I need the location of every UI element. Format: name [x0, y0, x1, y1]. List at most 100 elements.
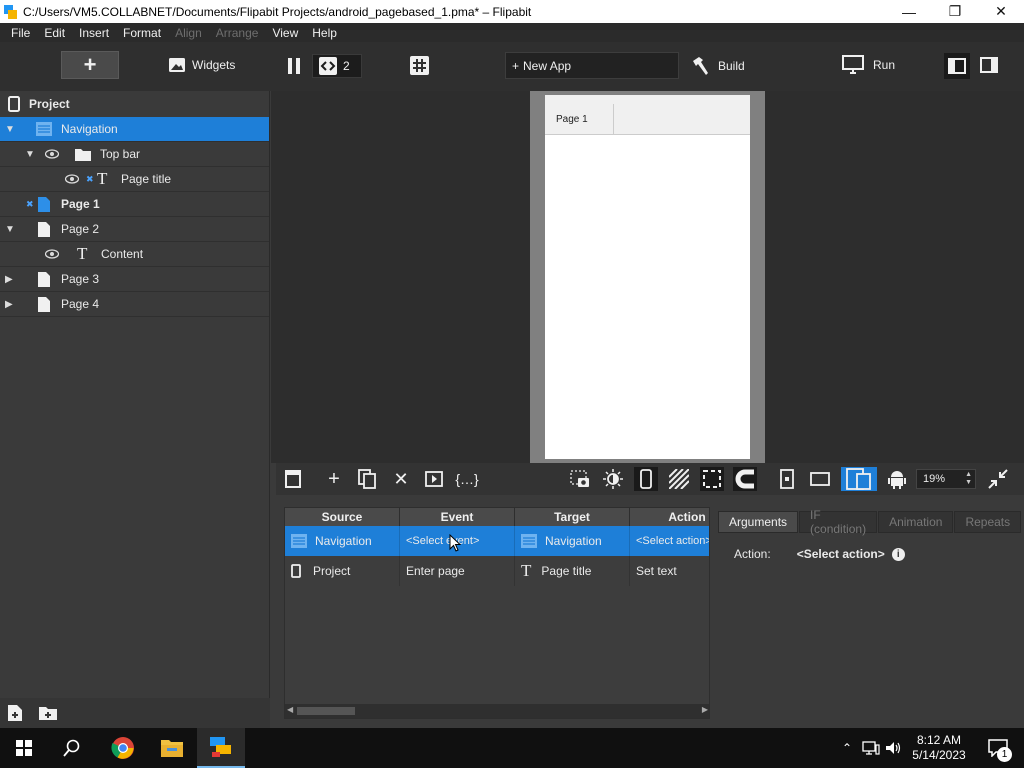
scrollbar-thumb[interactable] — [297, 707, 355, 715]
menu-view[interactable]: View — [265, 26, 305, 40]
android-button[interactable] — [885, 467, 909, 491]
new-app-button[interactable]: + New App — [505, 52, 679, 79]
delete-button[interactable]: ✕ — [389, 467, 413, 491]
chrome-taskbar-button[interactable] — [99, 728, 147, 768]
zoom-spinner[interactable]: 19% ▲ ▼ — [916, 469, 976, 489]
expand-right-icon[interactable]: ▶ — [5, 299, 15, 310]
action-value[interactable]: <Select action> — [797, 547, 885, 561]
pause-icon — [288, 58, 300, 74]
code-selection-button[interactable]: 2 — [312, 54, 362, 78]
plus-icon: + — [83, 52, 97, 77]
eye-icon[interactable] — [65, 174, 79, 184]
canvas-top-bar[interactable]: Page 1 — [545, 95, 750, 135]
tree-item-top-bar[interactable]: ▼ Top bar — [0, 142, 269, 167]
expand-down-icon[interactable]: ▼ — [5, 224, 15, 235]
expand-down-icon[interactable]: ▼ — [25, 149, 35, 160]
target-cell[interactable]: Navigation — [515, 526, 630, 556]
page-frame-button[interactable] — [281, 467, 305, 491]
tree-item-label: Page 1 — [61, 197, 100, 211]
action-cell[interactable]: Set text — [630, 556, 709, 586]
menu-edit[interactable]: Edit — [37, 26, 72, 40]
tab-if-condition[interactable]: IF (condition) — [799, 508, 878, 536]
preview-button[interactable] — [422, 467, 446, 491]
page-icon — [38, 221, 50, 237]
tree-item-page-2[interactable]: ▼ Page 2 — [0, 217, 269, 242]
run-button[interactable]: Run — [842, 55, 895, 75]
horizontal-scrollbar[interactable]: ◀ ▶ — [285, 704, 709, 718]
close-button[interactable]: ✕ — [978, 0, 1024, 23]
menu-help[interactable]: Help — [305, 26, 344, 40]
volume-tray-button[interactable] — [884, 728, 904, 768]
add-button[interactable]: + — [61, 51, 119, 79]
menu-format[interactable]: Format — [116, 26, 168, 40]
pause-button[interactable] — [287, 58, 301, 74]
scroll-left-icon[interactable]: ◀ — [287, 705, 293, 714]
magnet-button[interactable] — [733, 467, 757, 491]
notifications-button[interactable]: 1 — [978, 728, 1018, 768]
table-row[interactable]: Navigation <Select event> Navigation <Se… — [285, 526, 709, 556]
event-cell[interactable]: Enter page — [400, 556, 515, 586]
start-button[interactable] — [0, 728, 48, 768]
project-tree-header[interactable]: Project — [0, 91, 269, 117]
tree-item-page-1[interactable]: ✖ Page 1 — [0, 192, 269, 217]
widgets-button[interactable]: Widgets — [168, 57, 235, 73]
folder-explorer-icon — [161, 740, 183, 757]
dashed-select-icon — [703, 470, 721, 488]
tray-expand-icon[interactable]: ⌃ — [838, 728, 856, 768]
toggle-left-panel-button[interactable] — [944, 53, 970, 79]
source-cell[interactable]: Navigation — [285, 526, 400, 556]
target-label: Page title — [541, 564, 592, 578]
new-app-label: New App — [523, 58, 572, 73]
design-canvas[interactable]: Page 1 — [271, 91, 1024, 463]
eye-icon[interactable] — [45, 249, 59, 259]
landscape-button[interactable] — [808, 467, 832, 491]
tab-arguments[interactable]: Arguments — [718, 511, 799, 533]
network-tray-button[interactable] — [861, 728, 881, 768]
build-button[interactable]: Build — [690, 56, 745, 76]
tree-item-content[interactable]: T Content — [0, 242, 269, 267]
expand-right-icon[interactable]: ▶ — [5, 274, 15, 285]
grid-button[interactable] — [410, 56, 429, 75]
add-folder-icon[interactable] — [39, 706, 57, 720]
tab-repeats[interactable]: Repeats — [954, 511, 1022, 533]
multi-device-button[interactable] — [841, 467, 877, 491]
file-explorer-taskbar-button[interactable] — [148, 728, 196, 768]
collapse-button[interactable] — [986, 467, 1010, 491]
hatch-button[interactable] — [667, 467, 691, 491]
script-button[interactable]: {…} — [455, 467, 479, 491]
source-cell[interactable]: Project — [285, 556, 400, 586]
add-item-button[interactable]: + — [322, 467, 346, 491]
expand-down-icon[interactable]: ▼ — [5, 124, 15, 135]
tree-footer — [0, 698, 270, 728]
table-row[interactable]: Project Enter page T Page title Set text — [285, 556, 709, 586]
spin-arrows-icon[interactable]: ▲ ▼ — [965, 471, 972, 487]
scroll-right-icon[interactable]: ▶ — [702, 705, 708, 714]
maximize-button[interactable]: ❐ — [932, 0, 978, 23]
flipabit-taskbar-button[interactable] — [197, 728, 245, 768]
eye-icon[interactable] — [45, 149, 59, 159]
tab-animation[interactable]: Animation — [878, 511, 954, 533]
canvas-page-title[interactable]: Page 1 — [545, 104, 614, 134]
phone-preview-button[interactable] — [634, 467, 658, 491]
tree-item-page-4[interactable]: ▶ Page 4 — [0, 292, 269, 317]
menu-file[interactable]: File — [4, 26, 37, 40]
action-cell[interactable]: <Select action> — [630, 526, 709, 556]
minimize-button[interactable]: — — [886, 0, 932, 23]
device-screen[interactable]: Page 1 — [545, 95, 750, 459]
search-button[interactable] — [48, 728, 96, 768]
portrait-button[interactable] — [775, 467, 799, 491]
info-icon[interactable]: i — [891, 547, 905, 561]
target-cell[interactable]: T Page title — [515, 556, 630, 586]
selection-frame-button[interactable] — [700, 467, 724, 491]
tree-item-page-title[interactable]: ✖ T Page title — [0, 167, 269, 192]
brightness-button[interactable] — [601, 467, 625, 491]
add-page-icon[interactable] — [8, 705, 22, 721]
menu-insert[interactable]: Insert — [72, 26, 116, 40]
toggle-right-panel-button[interactable] — [980, 57, 998, 73]
play-box-icon — [425, 471, 443, 487]
tree-item-page-3[interactable]: ▶ Page 3 — [0, 267, 269, 292]
tree-item-navigation[interactable]: ▼ Navigation — [0, 117, 269, 142]
screenshot-button[interactable] — [568, 467, 592, 491]
copy-button[interactable] — [355, 467, 379, 491]
clock[interactable]: 8:12 AM 5/14/2023 — [908, 728, 970, 768]
